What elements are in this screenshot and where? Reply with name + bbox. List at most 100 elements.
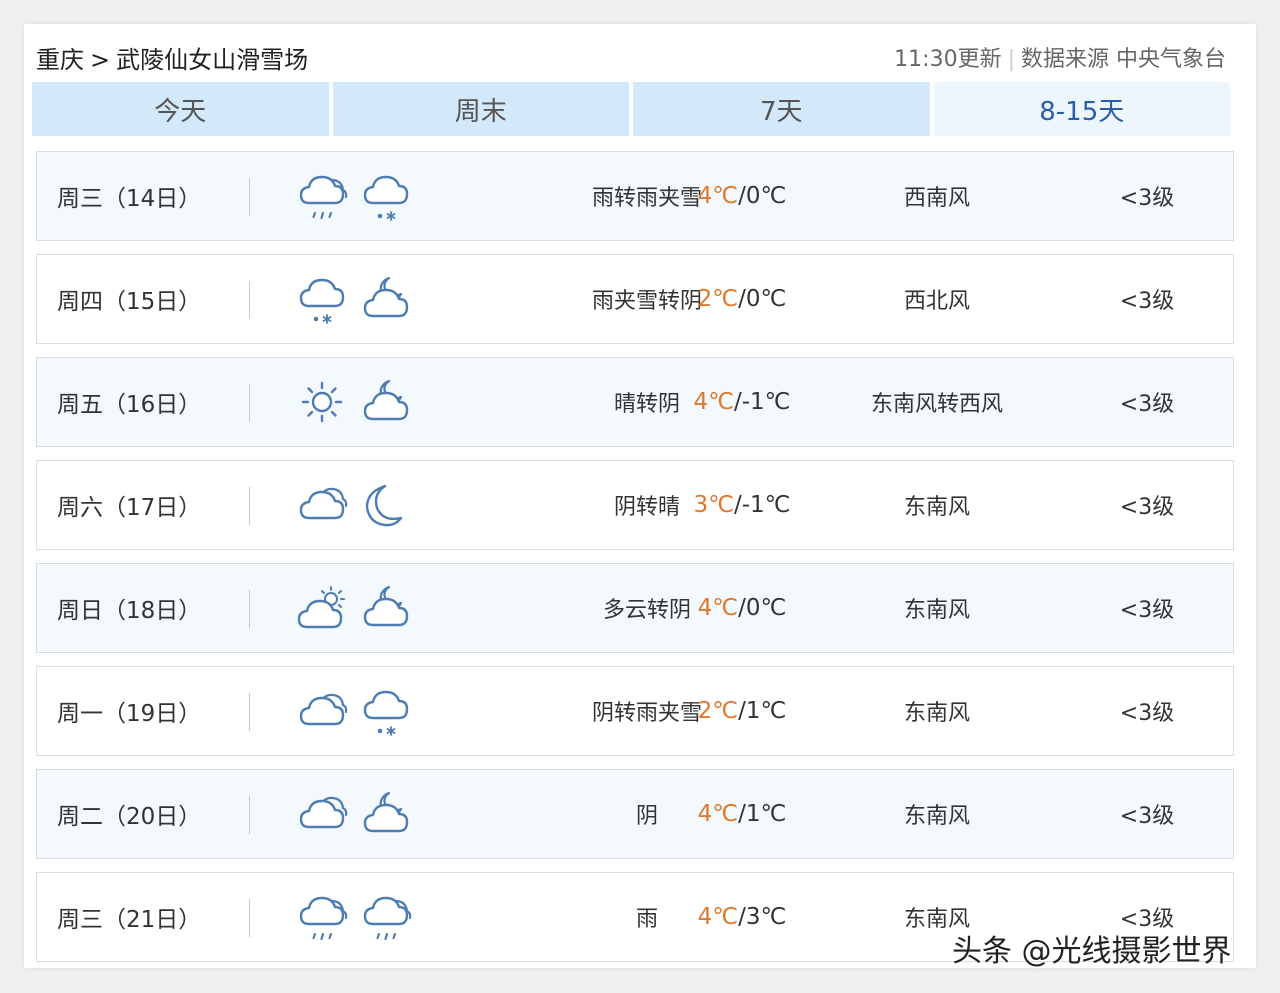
breadcrumb-separator: > [90, 46, 111, 74]
cloud-moon-icon [359, 770, 413, 858]
forecast-tabs: 今天 周末 7天 8-15天 [32, 82, 1230, 136]
temperature-high: 4℃ [697, 183, 739, 209]
update-source: 11:30更新 | 数据来源 中央气象台 [894, 42, 1226, 78]
forecast-row: 周四（15日） 雨夹雪转阴 2℃/0℃ 西北风 <3级 [36, 254, 1234, 344]
wind-level: <3级 [1119, 701, 1175, 726]
cloud-icon [295, 770, 349, 858]
wind-level: <3级 [1119, 392, 1175, 417]
temperature-slash: / [738, 183, 746, 209]
forecast-list: 周三（14日） 雨转雨夹雪 4℃/0℃ 西南风 <3级 周四（15日） 雨夹雪转阴 2℃/0℃… [36, 151, 1234, 975]
divider [249, 178, 250, 216]
temperature-range: 2℃/1℃ [647, 667, 837, 755]
divider [249, 384, 250, 422]
temperature-low: 3℃ [745, 904, 787, 930]
temperature-range: 4℃/3℃ [647, 873, 837, 961]
temperature-low: 1℃ [745, 698, 787, 724]
tab-1[interactable]: 周末 [332, 82, 629, 136]
day-label: 周日（18日） [57, 598, 202, 624]
wind-level: <3级 [1119, 598, 1175, 623]
temperature-range: 4℃/0℃ [647, 564, 837, 652]
cloud-sleet-icon [295, 255, 349, 343]
forecast-row: 周二（20日）阴 4℃/1℃ 东南风 <3级 [36, 769, 1234, 859]
temperature-high: 4℃ [693, 389, 734, 415]
temperature-high: 2℃ [697, 698, 739, 724]
wind-direction: 西南风 [903, 186, 970, 211]
temperature-slash: / [738, 595, 746, 621]
temperature-slash: / [733, 389, 742, 415]
cloud-rain-icon [295, 152, 349, 240]
cloud-moon-icon [359, 564, 413, 652]
temperature-slash: / [738, 698, 746, 724]
sun-icon [295, 358, 349, 446]
forecast-row: 周日（18日） 多云转阴 4℃/0℃ 东南风 <3级 [36, 563, 1234, 653]
temperature-low: 0℃ [745, 286, 787, 312]
temperature-slash: / [733, 492, 742, 518]
day-label: 周三（14日） [57, 186, 202, 212]
breadcrumb: 重庆 > 武陵仙女山滑雪场 [36, 42, 308, 78]
temperature-range: 4℃/1℃ [647, 770, 837, 858]
cloud-icon [295, 461, 349, 549]
day-label: 周一（19日） [57, 701, 202, 727]
cloud-rain-icon [295, 873, 349, 961]
day-label: 周六（17日） [57, 495, 202, 521]
cloud-sleet-icon [359, 667, 413, 755]
divider [249, 487, 250, 525]
temperature-range: 2℃/0℃ [647, 255, 837, 343]
divider [249, 899, 250, 937]
temperature-range: 4℃ / -1℃ [647, 358, 837, 446]
update-time: 11:30更新 [894, 47, 1002, 72]
day-label: 周二（20日） [57, 804, 202, 830]
watermark: 头条 @光线摄影世界 [952, 934, 1232, 969]
divider: | [1007, 47, 1015, 72]
tab-2[interactable]: 7天 [633, 82, 930, 136]
divider [249, 590, 250, 628]
day-label: 周四（15日） [57, 289, 202, 315]
divider [249, 796, 250, 834]
temperature-range: 4℃/0℃ [647, 152, 837, 240]
temperature-low: 0℃ [745, 595, 787, 621]
cloud-moon-icon [359, 358, 413, 446]
temperature-high: 4℃ [697, 801, 739, 827]
forecast-row: 周六（17日） 阴转晴 3℃ / -1℃ 东南风 <3级 [36, 460, 1234, 550]
tab-0[interactable]: 今天 [32, 82, 329, 136]
wind-direction: 东南风 [903, 804, 970, 829]
wind-level: <3级 [1119, 804, 1175, 829]
forecast-row: 周三（14日） 雨转雨夹雪 4℃/0℃ 西南风 <3级 [36, 151, 1234, 241]
wind-level: <3级 [1119, 495, 1175, 520]
cloud-rain-icon [359, 873, 413, 961]
forecast-row: 周一（19日） 阴转雨夹雪 2℃/1℃ 东南风 <3级 [36, 666, 1234, 756]
cloud-moon-icon [359, 255, 413, 343]
data-source: 数据来源 中央气象台 [1021, 47, 1226, 72]
wind-level: <3级 [1119, 289, 1175, 314]
breadcrumb-place: 武陵仙女山滑雪场 [116, 46, 309, 74]
breadcrumb-city[interactable]: 重庆 [36, 46, 84, 74]
cloud-icon [295, 667, 349, 755]
tab-3[interactable]: 8-15天 [933, 82, 1230, 136]
forecast-row: 周五（16日） 晴转阴 4℃ / -1℃ 东南风转西风 <3级 [36, 357, 1234, 447]
cloud-sleet-icon [359, 152, 413, 240]
wind-direction: 东南风转西风 [870, 392, 1003, 417]
top-bar: 重庆 > 武陵仙女山滑雪场 11:30更新 | 数据来源 中央气象台 [36, 42, 1226, 78]
temperature-high: 4℃ [697, 595, 739, 621]
day-label: 周五（16日） [57, 392, 202, 418]
temperature-slash: / [738, 801, 746, 827]
temperature-low: 0℃ [745, 183, 787, 209]
moon-icon [359, 461, 413, 549]
wind-direction: 东南风 [903, 495, 970, 520]
divider [249, 693, 250, 731]
temperature-high: 3℃ [693, 492, 734, 518]
temperature-low: 1℃ [745, 801, 787, 827]
temperature-slash: / [738, 904, 746, 930]
wind-direction: 东南风 [903, 701, 970, 726]
temperature-range: 3℃ / -1℃ [647, 461, 837, 549]
cloud-sun-icon [295, 564, 349, 652]
divider [249, 281, 250, 319]
temperature-low: -1℃ [741, 492, 791, 518]
temperature-high: 4℃ [697, 904, 739, 930]
temperature-low: -1℃ [741, 389, 791, 415]
wind-direction: 东南风 [903, 598, 970, 623]
weather-card: 重庆 > 武陵仙女山滑雪场 11:30更新 | 数据来源 中央气象台 今天 周末 7天 8-1… [24, 24, 1256, 968]
temperature-slash: / [738, 286, 746, 312]
wind-level: <3级 [1119, 186, 1175, 211]
wind-direction: 西北风 [903, 289, 970, 314]
